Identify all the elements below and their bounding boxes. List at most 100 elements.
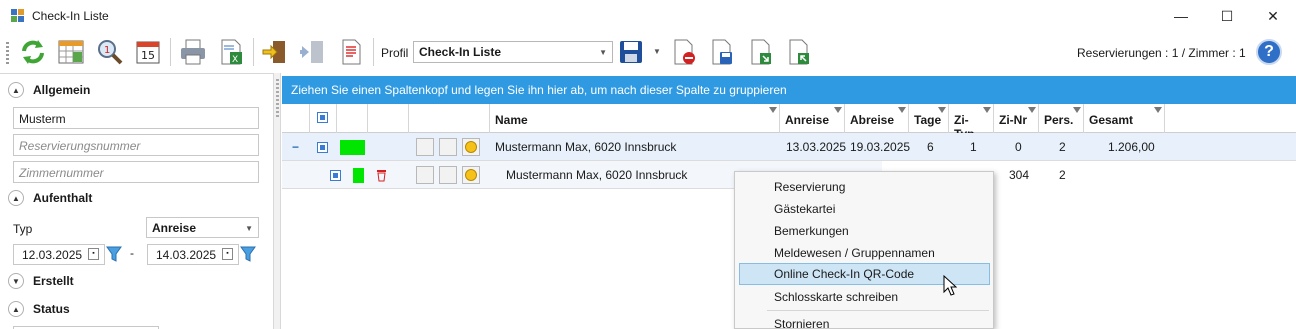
column-label: Anreise [785, 113, 830, 127]
svg-text:X: X [232, 55, 238, 65]
grid-layout-button[interactable] [54, 36, 88, 68]
filter-icon[interactable] [938, 107, 946, 113]
section-label: Allgemein [33, 83, 91, 97]
maximize-button[interactable]: ☐ [1204, 0, 1250, 32]
toolbar: 1 15 X Profil Check-In Liste ▼ ▼ Reservi… [0, 32, 1296, 72]
zinr-value: 0 [1015, 140, 1022, 154]
date-to-field[interactable]: 14.03.2025 ▪ [147, 244, 239, 265]
room-number-field[interactable]: Zimmernummer [13, 161, 259, 183]
search-button[interactable]: 1 [93, 36, 127, 68]
minimize-icon: — [1174, 8, 1188, 24]
column-label: Name [495, 113, 528, 127]
filter-funnel-icon[interactable] [106, 245, 122, 263]
typ-select[interactable]: Anreise ▼ [146, 217, 259, 238]
column-anreise[interactable]: Anreise [780, 104, 845, 133]
filter-icon[interactable] [1154, 107, 1162, 113]
column-abreise[interactable]: Abreise [845, 104, 909, 133]
table-row[interactable]: − Mustermann Max, 6020 Innsbruck 13.03.2… [282, 133, 1296, 161]
profil-label: Profil [381, 46, 409, 60]
minimize-button[interactable]: — [1158, 0, 1204, 32]
profil-select[interactable]: Check-In Liste ▼ [413, 41, 613, 63]
smiley-icon[interactable] [462, 138, 480, 156]
calendar-icon[interactable]: ▪ [88, 248, 99, 260]
section-status[interactable]: ▲ Status [8, 298, 70, 320]
zityp-value: 1 [970, 140, 977, 154]
column-pers[interactable]: Pers. [1039, 104, 1084, 133]
save-document-button[interactable] [705, 36, 739, 68]
close-button[interactable]: ✕ [1250, 0, 1296, 32]
reservation-room-counts: Reservierungen : 1 / Zimmer : 1 [1077, 46, 1246, 60]
door-enter-icon [262, 41, 285, 63]
menu-separator [767, 310, 989, 311]
check-out-icon[interactable] [439, 166, 457, 184]
column-zityp[interactable]: Zi-Typ [949, 104, 994, 141]
toolbar-grip[interactable] [6, 42, 9, 64]
table-icon [58, 40, 84, 64]
status-indicator [353, 168, 364, 183]
menu-item-gaestekartei[interactable]: Gästekartei [739, 198, 990, 220]
calendar-icon: 15 [136, 41, 160, 64]
book-icon[interactable] [416, 138, 434, 156]
save-dropdown-chevron-icon[interactable]: ▼ [653, 47, 661, 56]
menu-item-stornieren[interactable]: Stornieren [739, 313, 990, 329]
header-select-all[interactable] [310, 104, 337, 133]
pers-value: 2 [1059, 140, 1066, 154]
smiley-icon[interactable] [462, 166, 480, 184]
import-button[interactable] [744, 36, 778, 68]
column-name[interactable]: Name [490, 104, 780, 133]
menu-item-meldewesen[interactable]: Meldewesen / Gruppennamen [739, 242, 990, 264]
report-button[interactable] [334, 36, 368, 68]
filter-icon[interactable] [1028, 107, 1036, 113]
filter-funnel-icon[interactable] [240, 245, 256, 263]
save-profile-button[interactable] [614, 36, 648, 68]
print-button[interactable] [176, 36, 210, 68]
filter-icon[interactable] [769, 107, 777, 113]
question-icon: ? [1264, 43, 1274, 60]
profil-value: Check-In Liste [419, 45, 502, 59]
toolbar-separator [373, 38, 374, 66]
filter-icon[interactable] [834, 107, 842, 113]
svg-text:15: 15 [141, 49, 155, 62]
menu-item-reservierung[interactable]: Reservierung [739, 176, 990, 198]
row-checkbox[interactable] [317, 142, 328, 153]
check-out-button[interactable] [296, 36, 330, 68]
section-erstellt[interactable]: ▼ Erstellt [8, 270, 74, 292]
panel-splitter[interactable] [273, 73, 281, 329]
group-by-panel[interactable]: Ziehen Sie einen Spaltenkopf und legen S… [282, 76, 1296, 104]
filter-icon[interactable] [1073, 107, 1081, 113]
reservation-number-field[interactable]: Reservierungsnummer [13, 134, 259, 156]
filter-icon[interactable] [898, 107, 906, 113]
name-field[interactable]: Musterm [13, 107, 259, 129]
collapse-row-icon[interactable]: − [292, 133, 304, 161]
column-tage[interactable]: Tage [909, 104, 949, 133]
help-button[interactable]: ? [1256, 39, 1282, 65]
section-aufenthalt[interactable]: ▲ Aufenthalt [8, 187, 92, 209]
door-exit-icon [300, 41, 323, 63]
calendar-button[interactable]: 15 [131, 36, 165, 68]
chevron-down-icon: ▼ [245, 224, 253, 233]
calendar-icon[interactable]: ▪ [222, 248, 233, 260]
delete-profile-button[interactable] [667, 36, 701, 68]
filter-icon[interactable] [983, 107, 991, 113]
row-checkbox[interactable] [330, 170, 341, 181]
column-gesamt[interactable]: Gesamt [1084, 104, 1165, 133]
date-from-field[interactable]: 12.03.2025 ▪ [13, 244, 105, 265]
section-allgemein[interactable]: ▲ Allgemein [8, 79, 90, 101]
check-in-button[interactable] [258, 36, 292, 68]
import-document-icon [751, 39, 771, 65]
refresh-button[interactable] [16, 36, 50, 68]
menu-item-bemerkungen[interactable]: Bemerkungen [739, 220, 990, 242]
filter-panel: ▲ Allgemein Musterm Reservierungsnummer … [0, 73, 273, 329]
splitter-grip [276, 79, 279, 119]
guest-card-icon[interactable] [439, 138, 457, 156]
column-label: Abreise [850, 113, 895, 127]
refresh-icon [22, 40, 44, 64]
trash-icon[interactable] [376, 169, 387, 182]
export-button[interactable] [782, 36, 816, 68]
status-indicator [340, 140, 365, 155]
column-label: Zi-Nr [999, 113, 1027, 127]
check-in-icon[interactable] [416, 166, 434, 184]
column-zinr[interactable]: Zi-Nr [994, 104, 1039, 133]
select-all-checkbox[interactable] [317, 112, 328, 123]
export-excel-button[interactable]: X [214, 36, 248, 68]
